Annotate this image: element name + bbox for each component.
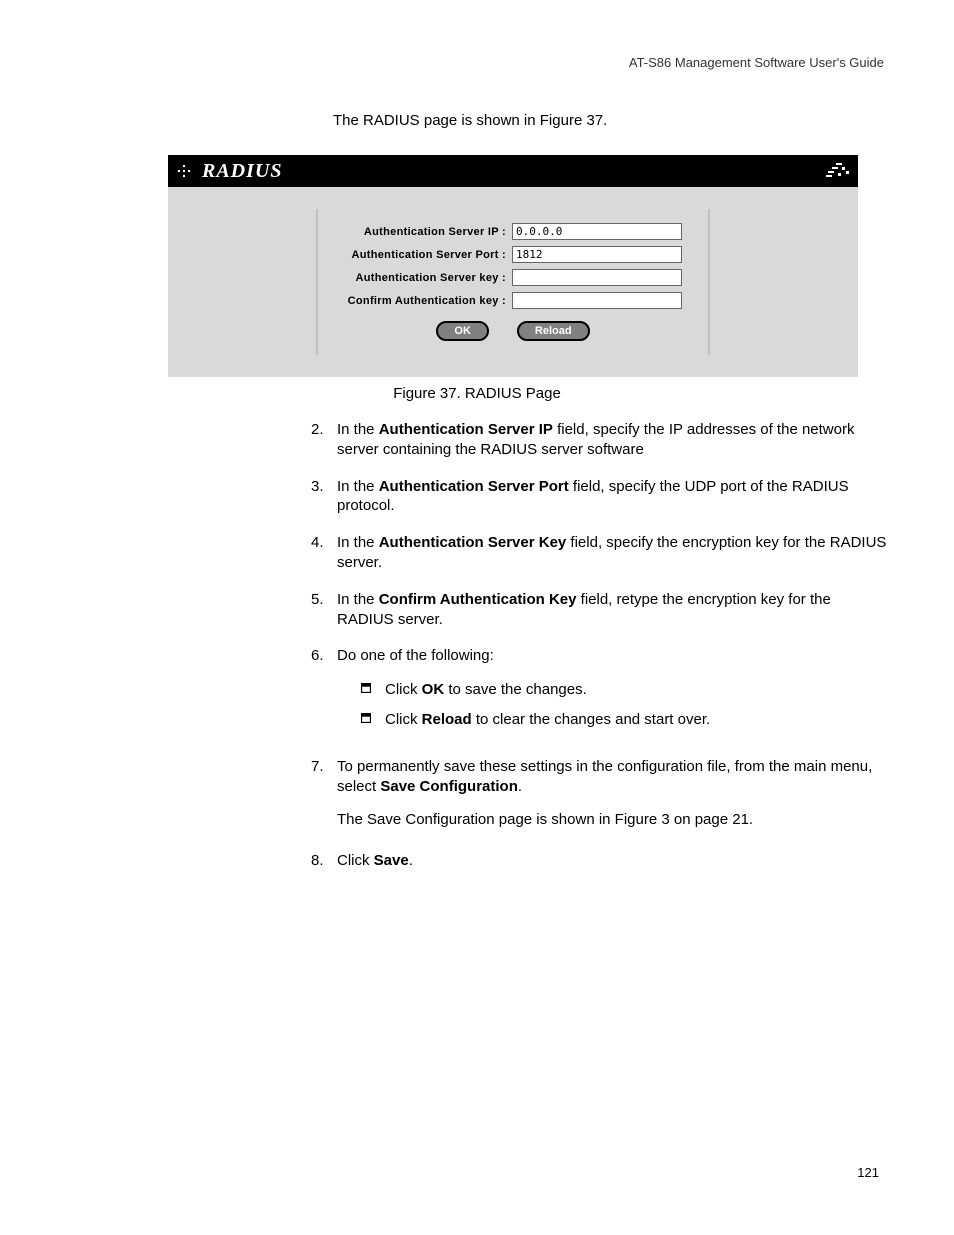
step-8: 8. Click Save. (311, 851, 889, 871)
row-confirm-key: Confirm Authentication key : (332, 292, 694, 309)
t: to clear the changes and start over. (472, 711, 710, 728)
t: Click (385, 711, 422, 728)
header-guide-title: AT-S86 Management Software User's Guide (629, 55, 884, 70)
radius-screenshot: RADIUS Authentication Server IP : Authen… (168, 155, 858, 377)
step-5: 5. In the Confirm Authentication Key fie… (311, 590, 889, 630)
label-confirm-key: Confirm Authentication key : (332, 295, 512, 307)
sub-list: Click OK to save the changes. Click Relo… (337, 680, 889, 730)
step-6: 6. Do one of the following: Click OK to … (311, 646, 889, 739)
body-content: 2. In the Authentication Server IP field… (311, 420, 889, 888)
step-body: In the Authentication Server IP field, s… (337, 420, 889, 460)
label-auth-key: Authentication Server key : (332, 272, 512, 284)
step-body: Click Save. (337, 851, 889, 871)
page-number: 121 (857, 1165, 879, 1180)
t-bold: Authentication Server Port (379, 478, 569, 495)
step-body: To permanently save these settings in th… (337, 757, 889, 834)
row-auth-port: Authentication Server Port : (332, 246, 694, 263)
t: Do one of the following: (337, 647, 494, 664)
form-panel: Authentication Server IP : Authenticatio… (316, 209, 710, 355)
ok-button[interactable]: OK (436, 321, 489, 341)
input-confirm-key[interactable] (512, 292, 682, 309)
t-bold: Save Configuration (380, 778, 518, 795)
figure-caption: Figure 37. RADIUS Page (0, 385, 954, 402)
sparkle-icon (178, 165, 190, 177)
t: In the (337, 421, 379, 438)
t: . (518, 778, 522, 795)
label-auth-port: Authentication Server Port : (332, 249, 512, 261)
step-num: 8. (311, 851, 337, 871)
step-3: 3. In the Authentication Server Port fie… (311, 477, 889, 517)
t: In the (337, 591, 379, 608)
t: In the (337, 478, 379, 495)
t: to save the changes. (444, 681, 587, 698)
extra-paragraph: The Save Configuration page is shown in … (337, 810, 889, 830)
t: . (409, 852, 413, 869)
t-bold: Authentication Server IP (379, 421, 553, 438)
step-body: Do one of the following: Click OK to sav… (337, 646, 889, 739)
reload-button[interactable]: Reload (517, 321, 590, 341)
step-num: 6. (311, 646, 337, 739)
t-bold: Reload (422, 711, 472, 728)
t: Click (385, 681, 422, 698)
intro-text: The RADIUS page is shown in Figure 37. (333, 112, 607, 129)
step-7: 7. To permanently save these settings in… (311, 757, 889, 834)
t: Click (337, 852, 374, 869)
bullet-icon (361, 710, 385, 730)
sub-item: Click OK to save the changes. (337, 680, 889, 700)
step-2: 2. In the Authentication Server IP field… (311, 420, 889, 460)
step-4: 4. In the Authentication Server Key fiel… (311, 533, 889, 573)
step-body: In the Confirm Authentication Key field,… (337, 590, 889, 630)
button-row: OK Reload (332, 321, 694, 341)
input-auth-key[interactable] (512, 269, 682, 286)
row-auth-key: Authentication Server key : (332, 269, 694, 286)
step-num: 5. (311, 590, 337, 630)
bullet-icon (361, 680, 385, 700)
step-num: 4. (311, 533, 337, 573)
t-bold: OK (422, 681, 445, 698)
t: Click Reload to clear the changes and st… (385, 710, 710, 730)
step-num: 7. (311, 757, 337, 834)
step-body: In the Authentication Server Port field,… (337, 477, 889, 517)
screenshot-title: RADIUS (202, 160, 282, 183)
row-auth-ip: Authentication Server IP : (332, 223, 694, 240)
t-bold: Save (374, 852, 409, 869)
input-auth-ip[interactable] (512, 223, 682, 240)
input-auth-port[interactable] (512, 246, 682, 263)
t: In the (337, 534, 379, 551)
label-auth-ip: Authentication Server IP : (332, 226, 512, 238)
brand-logo-icon (826, 161, 850, 181)
t: Click OK to save the changes. (385, 680, 587, 700)
step-num: 2. (311, 420, 337, 460)
sub-item: Click Reload to clear the changes and st… (337, 710, 889, 730)
step-num: 3. (311, 477, 337, 517)
t-bold: Confirm Authentication Key (379, 591, 577, 608)
step-body: In the Authentication Server Key field, … (337, 533, 889, 573)
screenshot-titlebar: RADIUS (168, 155, 858, 187)
t-bold: Authentication Server Key (379, 534, 567, 551)
